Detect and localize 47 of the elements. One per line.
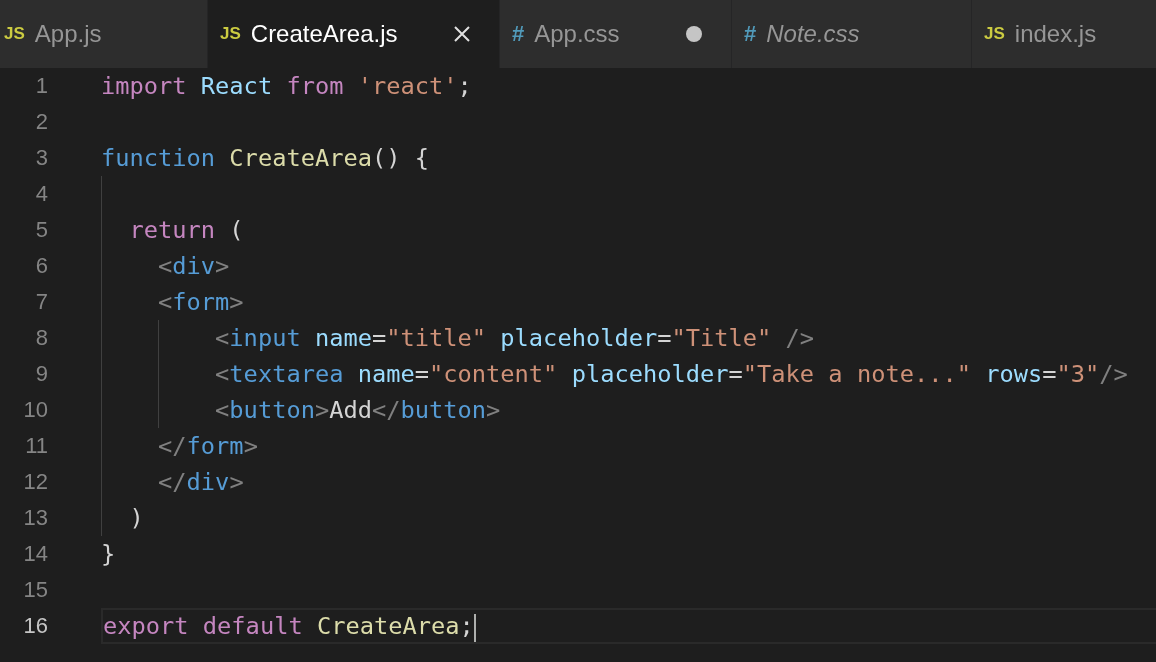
line-number: 5 [34,217,49,243]
line-number: 4 [34,181,49,207]
editor-tab[interactable]: # Note.css [732,0,972,68]
js-icon: JS [220,24,241,44]
line-number: 13 [22,505,49,531]
code-line: <form> [157,288,244,316]
editor-tab[interactable]: # App.css [500,0,732,68]
line-number: 9 [34,361,49,387]
editor-tab[interactable]: JS App.js [0,0,208,68]
code-line: <input name="title" placeholder="Title" /> [214,324,815,352]
line-number: 2 [34,109,49,135]
js-icon: JS [4,24,25,44]
hash-icon: # [512,21,525,47]
tab-label: index.js [1014,20,1097,48]
line-number: 6 [34,253,49,279]
code-line: ) [128,504,144,532]
text-cursor [473,613,476,642]
line-number: 1 [34,73,49,99]
tab-label: CreateArea.js [250,20,398,48]
line-number: 12 [22,469,49,495]
line-number: 3 [34,145,49,171]
line-number: 14 [22,541,49,567]
tab-label: Note.css [766,20,860,48]
code-line: </div> [157,468,244,496]
modified-dot-icon [686,26,702,42]
code-line: <textarea name="content" placeholder="Take a note..." rows="3"/> [214,360,1128,388]
line-number: 16 [22,613,49,639]
js-icon: JS [984,24,1005,44]
editor-tab[interactable]: JS CreateArea.js [208,0,500,68]
editor-tab[interactable]: JS index.js [972,0,1156,68]
close-icon[interactable] [453,25,471,43]
code-line: function CreateArea() { [101,144,429,172]
tab-label: App.css [534,20,620,48]
line-number: 15 [22,577,49,603]
code-line: return ( [128,216,244,244]
tab-label: App.js [34,20,102,48]
code-line: } [101,540,116,568]
line-number: 10 [22,397,49,423]
hash-icon: # [744,21,757,47]
code-line: </form> [157,432,258,460]
code-line: <div> [157,252,230,280]
code-line: export default CreateArea; [103,612,474,640]
line-number: 8 [34,325,49,351]
code-line: import React from 'react'; [101,72,472,100]
code-line: <button>Add</button> [214,396,501,424]
line-number: 7 [34,289,49,315]
line-number: 11 [24,433,49,459]
